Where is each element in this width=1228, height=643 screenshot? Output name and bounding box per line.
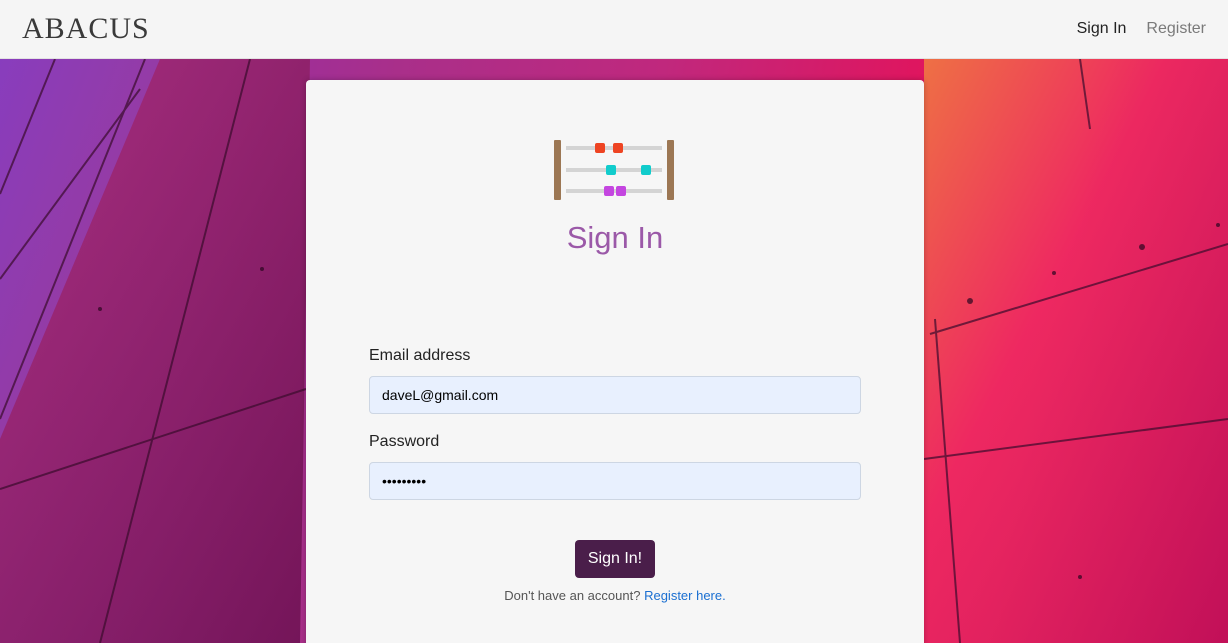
nav-register-link[interactable]: Register bbox=[1146, 20, 1206, 38]
abacus-icon bbox=[554, 140, 674, 200]
register-prompt-text: Don't have an account? bbox=[504, 588, 641, 603]
password-label: Password bbox=[369, 433, 440, 450]
nav-sign-in-link[interactable]: Sign In bbox=[1077, 20, 1127, 38]
navbar: ABACUS Sign In Register bbox=[0, 0, 1228, 59]
page-title: Sign In bbox=[566, 220, 664, 255]
nav-links: Sign In Register bbox=[1077, 20, 1206, 38]
sign-in-card: Sign In Email address daveL@gmail.com Pa… bbox=[306, 80, 924, 643]
brand-logo[interactable]: ABACUS bbox=[22, 12, 150, 46]
sign-in-button[interactable]: Sign In! bbox=[575, 540, 655, 578]
email-label: Email address bbox=[369, 347, 471, 364]
email-field[interactable]: daveL@gmail.com bbox=[369, 376, 861, 414]
register-link[interactable]: Register here. bbox=[644, 588, 726, 603]
password-field[interactable]: ••••••••• bbox=[369, 462, 861, 500]
register-prompt: Don't have an account? Register here. bbox=[306, 588, 924, 603]
